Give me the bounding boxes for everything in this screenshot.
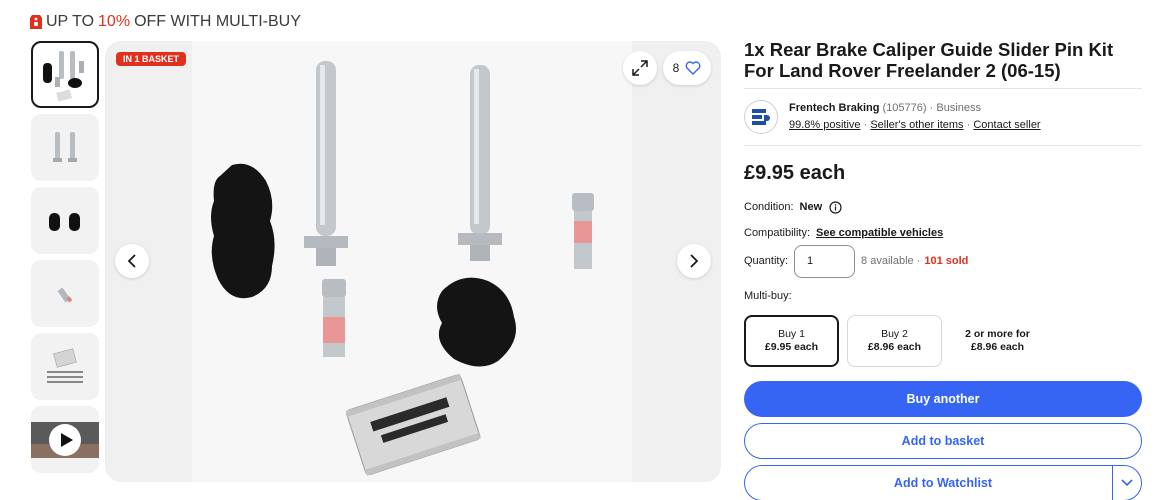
contact-seller-link[interactable]: Contact seller xyxy=(973,119,1040,131)
seller-positive-link[interactable]: 99.8% positive xyxy=(789,119,861,131)
product-photo xyxy=(192,41,632,482)
thumbnail-pins[interactable] xyxy=(31,114,99,181)
seller-other-items-link[interactable]: Seller's other items xyxy=(870,119,963,131)
option-price: £9.95 each xyxy=(764,341,819,353)
multibuy-label-row: Multi-buy: xyxy=(744,288,1142,304)
multibuy-option-buy-1[interactable]: Buy 1 £9.95 each xyxy=(744,315,839,367)
multibuy-options: Buy 1 £9.95 each Buy 2 £8.96 each 2 or m… xyxy=(744,315,1142,367)
multibuy-label: Multi-buy: xyxy=(744,290,792,302)
next-image-button[interactable] xyxy=(677,244,711,278)
promo-prefix: UP TO xyxy=(46,13,95,30)
compatibility-row: Compatibility: See compatible vehicles xyxy=(744,225,1142,241)
multibuy-option-buy-2[interactable]: Buy 2 £8.96 each xyxy=(847,315,942,367)
separator: · xyxy=(966,119,971,131)
see-compatible-vehicles-link[interactable]: See compatible vehicles xyxy=(816,227,943,239)
watch-button[interactable]: 8 xyxy=(663,51,711,85)
frentech-logo-icon xyxy=(752,109,770,125)
condition-value: New xyxy=(799,201,823,213)
promo-percent: 10% xyxy=(98,13,131,30)
thumbnail-boots[interactable] xyxy=(31,187,99,254)
add-to-watchlist-label: Add to Watchlist xyxy=(893,476,993,490)
seller-info: Frentech Braking (105776) · Business 99.… xyxy=(789,100,1041,134)
seller-card: Frentech Braking (105776) · Business 99.… xyxy=(744,89,1142,145)
quantity-label: Quantity: xyxy=(744,255,789,267)
brake-kit-photo xyxy=(211,61,594,476)
chevron-right-icon xyxy=(690,254,699,268)
previous-image-button[interactable] xyxy=(115,244,149,278)
thumbnail-bolt[interactable] xyxy=(31,260,99,327)
quantity-row: Quantity: 8 available · 101 sold xyxy=(744,244,1142,278)
play-icon xyxy=(49,424,81,456)
heart-icon xyxy=(685,61,701,75)
condition-row: Condition: New xyxy=(744,199,1142,215)
multibuy-promo: UP TO 10% OFF WITH MULTI-BUY xyxy=(30,10,301,34)
add-to-watchlist-button[interactable]: Add to Watchlist xyxy=(744,465,1142,500)
divider xyxy=(744,145,1142,146)
condition-label: Condition: xyxy=(744,201,794,213)
expand-icon xyxy=(632,60,648,76)
info-icon[interactable] xyxy=(829,200,842,214)
buy-another-button[interactable]: Buy another xyxy=(744,381,1142,417)
guide-pins-thumbnail-image xyxy=(53,131,77,162)
main-product-image[interactable]: IN 1 BASKET 8 xyxy=(105,41,721,482)
grease-sachet-thumbnail-image xyxy=(47,347,83,383)
promo-suffix: OFF WITH MULTI-BUY xyxy=(134,13,301,30)
expand-button[interactable] xyxy=(623,51,657,85)
watchlist-dropdown-button[interactable] xyxy=(1112,466,1141,500)
thumbnail-kit[interactable] xyxy=(31,41,99,108)
quantity-available: 8 available · xyxy=(861,255,921,267)
seller-name[interactable]: Frentech Braking xyxy=(789,102,879,114)
thumbnail-video[interactable] xyxy=(31,406,99,473)
seller-feedback-count: (105776) xyxy=(882,102,927,114)
brake-kit-thumbnail-image xyxy=(43,50,84,102)
item-title: 1x Rear Brake Caliper Guide Slider Pin K… xyxy=(744,39,1114,81)
rubber-boots-thumbnail-image xyxy=(49,212,80,231)
quantity-input[interactable] xyxy=(794,244,856,278)
quantity-sold: 101 sold xyxy=(924,255,969,267)
compatibility-label: Compatibility: xyxy=(744,227,811,239)
bolt-thumbnail-image xyxy=(57,287,73,303)
separator: · xyxy=(863,119,868,131)
item-price: £9.95 each xyxy=(744,162,846,184)
add-to-basket-button[interactable]: Add to basket xyxy=(744,423,1142,459)
seller-avatar[interactable] xyxy=(744,100,778,134)
option-quantity: Buy 1 xyxy=(778,328,805,340)
thumbnail-strip xyxy=(31,41,99,479)
watch-count: 8 xyxy=(672,61,680,75)
option-price: £8.96 each xyxy=(867,341,922,353)
price-tag-icon xyxy=(30,15,42,29)
option-quantity: Buy 2 xyxy=(881,328,908,340)
chevron-left-icon xyxy=(127,254,136,268)
multibuy-option-2-or-more[interactable]: 2 or more for £8.96 each xyxy=(950,315,1045,367)
option-quantity: 2 or more for xyxy=(965,328,1030,340)
option-price: £8.96 each xyxy=(970,341,1025,353)
chevron-down-icon xyxy=(1121,479,1133,487)
thumbnail-grease[interactable] xyxy=(31,333,99,400)
item-details: 1x Rear Brake Caliper Guide Slider Pin K… xyxy=(744,39,1142,500)
in-basket-badge: IN 1 BASKET xyxy=(116,52,187,66)
seller-type: · Business xyxy=(929,102,981,114)
